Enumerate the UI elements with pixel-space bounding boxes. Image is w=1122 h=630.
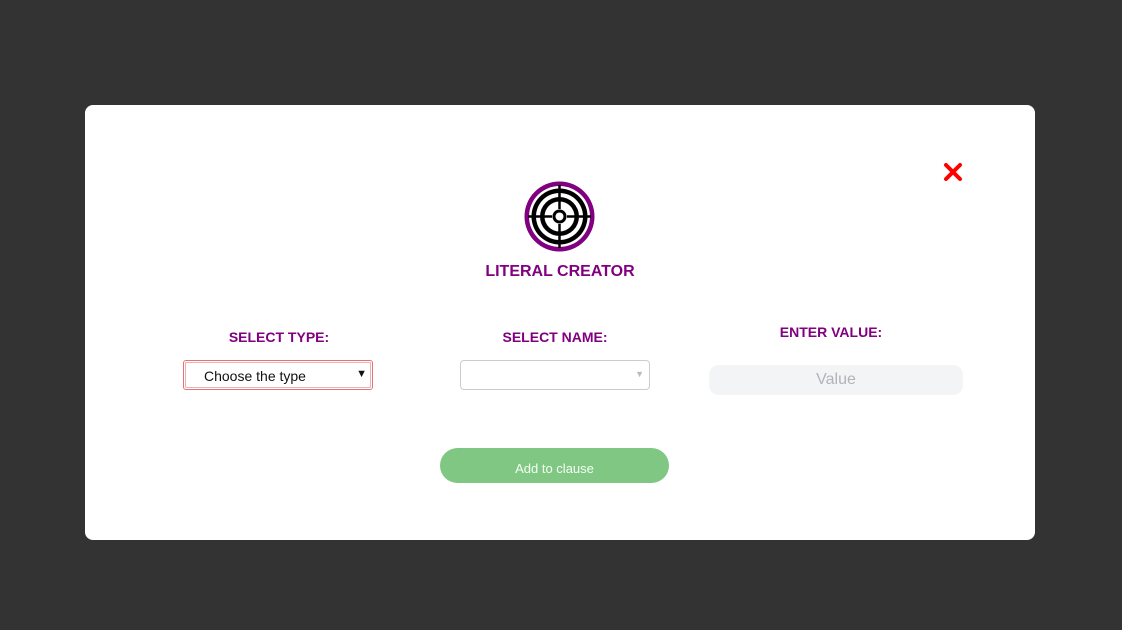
name-select[interactable]: ▼ [460, 360, 650, 390]
select-name-label: SELECT NAME: [502, 329, 608, 345]
add-to-clause-button[interactable]: Add to clause [440, 448, 669, 483]
select-type-label: SELECT TYPE: [228, 329, 330, 345]
literal-creator-modal: LITERAL CREATOR SELECT TYPE: SELECT NAME… [85, 105, 1035, 540]
target-crosshair-icon [524, 181, 595, 252]
enter-value-label: ENTER VALUE: [779, 324, 883, 340]
type-select-value: Choose the type [204, 368, 306, 384]
close-icon[interactable] [942, 161, 964, 183]
dropdown-arrow-icon: ▼ [635, 369, 644, 379]
value-input[interactable] [709, 365, 963, 395]
close-button[interactable] [942, 161, 964, 183]
type-select[interactable]: Choose the type ▼ [183, 360, 373, 390]
modal-title: LITERAL CREATOR [485, 263, 635, 280]
dropdown-arrow-icon: ▼ [356, 368, 367, 380]
